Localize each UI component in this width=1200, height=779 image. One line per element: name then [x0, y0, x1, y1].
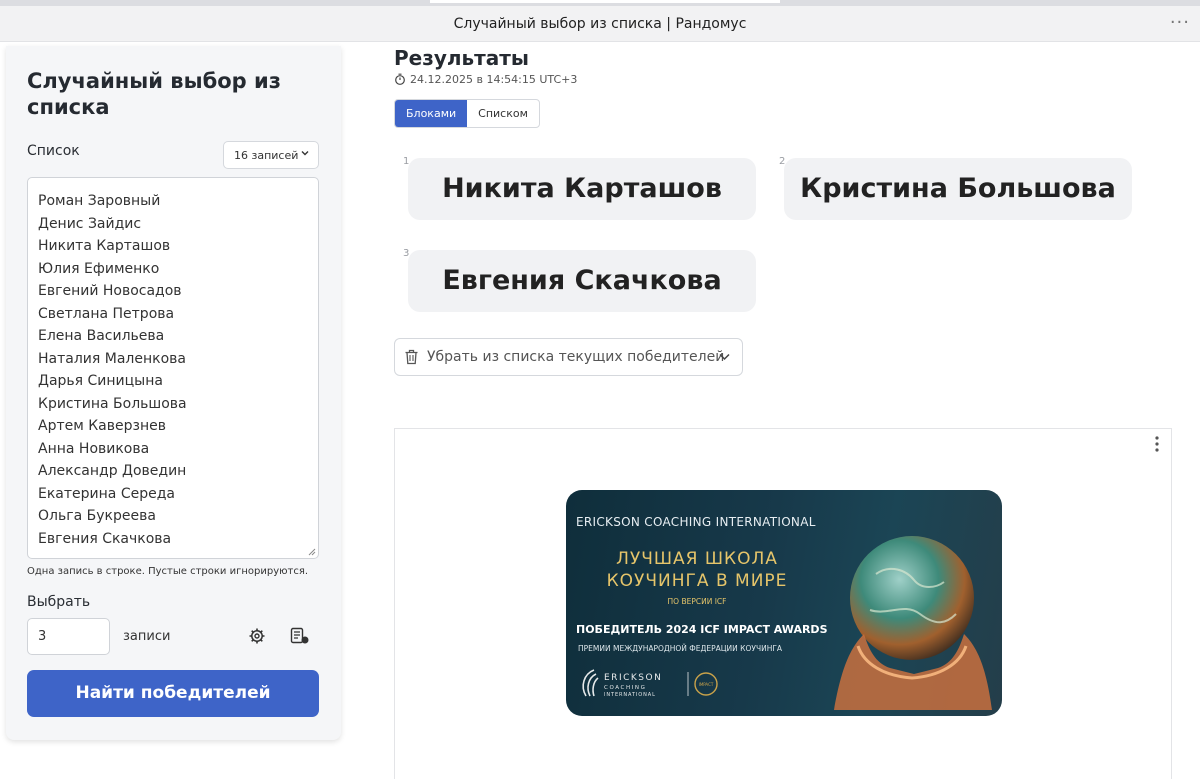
list-item: Артем Каверзнев	[38, 418, 166, 434]
stopwatch-icon	[395, 73, 405, 85]
list-item: Светлана Петрова	[38, 305, 175, 322]
globe-in-hands-image	[834, 536, 992, 710]
ad-subheadline: ПО ВЕРСИИ ICF	[667, 597, 727, 606]
more-vertical-icon[interactable]	[1153, 435, 1161, 453]
list-item: Екатерина Середа	[38, 485, 175, 502]
ad-federation-text: ПРЕМИИ МЕЖДУНАРОДНОЙ ФЕДЕРАЦИИ КОУЧИНГА	[578, 644, 783, 653]
list-item: Наталия Маленкова	[38, 350, 186, 367]
active-tab-indicator	[430, 0, 780, 3]
chevron-down-icon	[301, 151, 309, 156]
pick-count-label: Выбрать	[27, 594, 91, 610]
list-item: Анна Новикова	[38, 440, 150, 457]
names-textarea[interactable]: Роман Заровный Денис Зайдис Никита Карта…	[27, 177, 319, 559]
svg-text:INTERNATIONAL: INTERNATIONAL	[604, 692, 656, 698]
list-item: Юлия Ефименко	[38, 260, 160, 277]
ad-heading: ERICKSON COACHING INTERNATIONAL	[576, 515, 816, 529]
view-mode-toggle: Блоками Списком	[394, 99, 540, 128]
window-title: Случайный выбор из списка | Рандомус	[453, 16, 747, 32]
list-item: Ольга Букреева	[38, 508, 156, 524]
list-label: Список	[27, 143, 80, 159]
ad-headline-line1: ЛУЧШАЯ ШКОЛА	[616, 549, 778, 569]
window-titlebar: Случайный выбор из списка | Рандомус ···	[0, 6, 1200, 42]
trash-icon	[405, 349, 418, 365]
entries-count-dropdown[interactable]: 16 записей	[223, 141, 319, 169]
remove-winners-label: Убрать из списка текущих победителей	[427, 349, 725, 365]
winner-card: Никита Карташов	[408, 158, 756, 220]
ad-banner[interactable]: ERICKSON COACHING INTERNATIONAL ЛУЧШАЯ Ш…	[566, 490, 1002, 716]
window-menu-icon[interactable]: ···	[1170, 12, 1190, 33]
remove-winners-dropdown[interactable]: Убрать из списка текущих победителей	[394, 338, 743, 376]
list-item: Денис Зайдис	[38, 215, 142, 232]
list-item: Кристина Большова	[38, 395, 187, 412]
winner-card: Евгения Скачкова	[408, 250, 756, 312]
results-title: Результаты	[394, 46, 529, 70]
svg-text:ERICKSON: ERICKSON	[604, 673, 662, 683]
pick-count-input[interactable]	[27, 618, 110, 655]
list-settings-icon[interactable]	[290, 627, 310, 645]
resize-handle-icon[interactable]	[308, 548, 316, 556]
results-timestamp: 24.12.2025 в 14:54:15 UTC+3	[394, 73, 577, 86]
winner-card: Кристина Большова	[784, 158, 1132, 220]
timestamp-text: 24.12.2025 в 14:54:15 UTC+3	[410, 73, 578, 86]
page-title: Случайный выбор из списка	[27, 69, 281, 119]
svg-text:COACHING: COACHING	[604, 685, 647, 691]
list-item: Елена Васильева	[38, 328, 165, 344]
settings-panel: Случайный выбор из списка Список 16 запи…	[6, 46, 341, 740]
tab-blocks[interactable]: Блоками	[395, 100, 468, 127]
ad-headline-line2: КОУЧИНГА В МИРЕ	[606, 571, 788, 591]
erickson-logo: ERICKSON COACHING INTERNATIONAL IMPACT	[580, 666, 730, 700]
chevron-down-icon	[719, 353, 730, 361]
gear-icon[interactable]	[248, 627, 266, 645]
list-item: Александр Доведин	[38, 463, 187, 479]
tab-list[interactable]: Списком	[467, 100, 539, 127]
list-item: Евгения Скачкова	[38, 530, 172, 547]
ad-block: ERICKSON COACHING INTERNATIONAL ЛУЧШАЯ Ш…	[394, 428, 1172, 779]
list-item: Роман Заровный	[38, 193, 161, 209]
textarea-hint: Одна запись в строке. Пустые строки игно…	[27, 566, 309, 577]
find-winners-button[interactable]: Найти победителей	[27, 670, 319, 717]
list-item: Никита Карташов	[38, 238, 171, 254]
entries-count-label: 16 записей	[234, 149, 299, 162]
ad-award-text: ПОБЕДИТЕЛЬ 2024 ICF IMPACT AWARDS	[576, 623, 828, 636]
records-unit-label: записи	[123, 629, 171, 644]
list-item: Дарья Синицына	[38, 373, 163, 389]
list-item: Евгений Новосадов	[38, 283, 182, 299]
svg-text:IMPACT: IMPACT	[699, 682, 714, 687]
